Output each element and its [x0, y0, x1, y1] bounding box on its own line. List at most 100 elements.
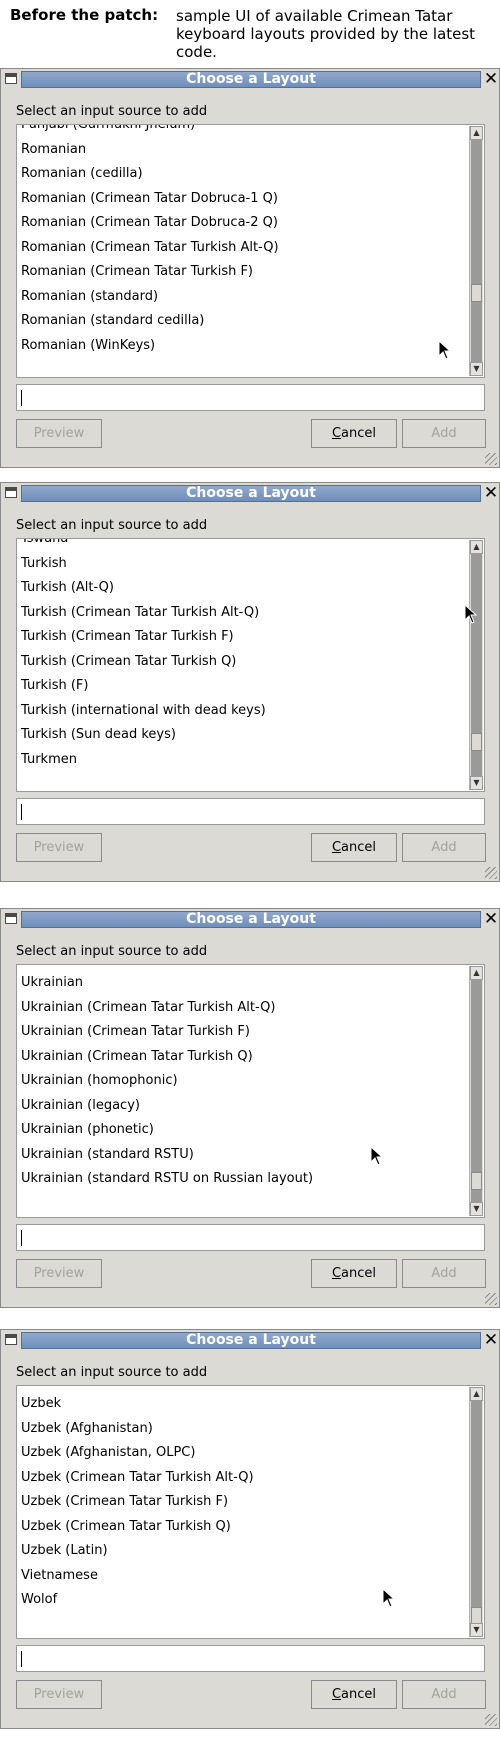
layout-search-input[interactable]	[16, 384, 485, 411]
window-menu-icon[interactable]	[5, 487, 17, 498]
scroll-thumb[interactable]	[471, 284, 482, 302]
layout-list[interactable]: Uzbek Uzbek (Afghanistan) Uzbek (Afghanist…	[16, 1385, 485, 1639]
layout-list-item[interactable]: Turkish (Crimean Tatar Turkish Alt-Q)	[21, 603, 259, 623]
scroll-down-arrow-icon[interactable]: ▼	[470, 362, 483, 376]
cancel-mnemonic: C	[331, 1687, 342, 1702]
add-button[interactable]: Add	[402, 1259, 486, 1288]
add-button[interactable]: Add	[402, 419, 486, 448]
list-scrollbar[interactable]: ▲ ▼	[469, 966, 483, 1216]
layout-list-item[interactable]: Ukrainian	[21, 973, 83, 993]
scroll-thumb[interactable]	[471, 1172, 482, 1190]
preview-button[interactable]: Preview	[16, 833, 102, 862]
list-scrollbar[interactable]: ▲ ▼	[469, 126, 483, 376]
dialog-titlebar[interactable]: Choose a Layout ✕	[1, 69, 500, 91]
preview-button[interactable]: Preview	[16, 419, 102, 448]
layout-list-item[interactable]: Romanian (Crimean Tatar Turkish F)	[21, 262, 253, 282]
layout-list-item[interactable]: Ukrainian (legacy)	[21, 1096, 140, 1116]
scroll-up-arrow-icon[interactable]: ▲	[470, 126, 483, 140]
window-menu-icon[interactable]	[5, 73, 17, 84]
layout-list-item[interactable]: Romanian (Crimean Tatar Turkish Alt-Q)	[21, 238, 279, 258]
add-button[interactable]: Add	[402, 833, 486, 862]
layout-list-item[interactable]: Uzbek	[21, 1394, 61, 1414]
scroll-up-arrow-icon[interactable]: ▲	[470, 1387, 483, 1401]
layout-list-item[interactable]: Turkish (international with dead keys)	[21, 701, 266, 721]
cancel-button[interactable]: Cancel	[311, 419, 397, 448]
dialog-titlebar[interactable]: Choose a Layout ✕	[1, 1330, 500, 1352]
layout-list-item[interactable]: Romanian (WinKeys)	[21, 336, 155, 356]
layout-search-input[interactable]	[16, 1224, 485, 1251]
layout-list[interactable]: Tswana Turkish Turkish (Alt-Q) Turkish (Cri…	[16, 538, 485, 792]
layout-list-item[interactable]: Romanian	[21, 140, 86, 160]
layout-list-item[interactable]: Turkish (Crimean Tatar Turkish F)	[21, 627, 234, 647]
scroll-up-arrow-icon[interactable]: ▲	[470, 540, 483, 554]
choose-layout-dialog: Choose a Layout ✕ Select an input source…	[0, 908, 500, 1308]
cancel-button[interactable]: Cancel	[311, 1259, 397, 1288]
layout-list-item[interactable]: Ukrainian (standard RSTU on Russian layo…	[21, 1169, 313, 1189]
layout-list-item[interactable]: Ukrainian (Crimean Tatar Turkish Alt-Q)	[21, 998, 275, 1018]
layout-list-item[interactable]: Romanian (cedilla)	[21, 164, 143, 184]
caption-text: sample UI of available Crimean Tatar key…	[176, 7, 476, 61]
layout-list-item[interactable]: Turkish (Alt-Q)	[21, 578, 114, 598]
layout-list-item[interactable]: Wolof	[21, 1590, 57, 1610]
layout-list-item[interactable]: Uzbek (Crimean Tatar Turkish Q)	[21, 1517, 231, 1537]
layout-list-item[interactable]: Vietnamese	[21, 1566, 98, 1586]
dialog-titlebar[interactable]: Choose a Layout ✕	[1, 483, 500, 505]
scroll-down-arrow-icon[interactable]: ▼	[470, 1202, 483, 1216]
scroll-trough[interactable]	[471, 1401, 482, 1625]
add-button[interactable]: Add	[402, 1680, 486, 1709]
layout-list-item[interactable]: Uzbek (Crimean Tatar Turkish Alt-Q)	[21, 1468, 254, 1488]
layout-list-item[interactable]: Romanian (Crimean Tatar Dobruca-2 Q)	[21, 213, 278, 233]
layout-list-item[interactable]: Uzbek (Afghanistan, OLPC)	[21, 1443, 195, 1463]
list-scrollbar[interactable]: ▲ ▼	[469, 1387, 483, 1637]
cancel-button[interactable]: Cancel	[311, 1680, 397, 1709]
scroll-trough[interactable]	[471, 140, 482, 362]
preview-button[interactable]: Preview	[16, 1259, 102, 1288]
layout-list-item[interactable]: Tswana	[21, 539, 68, 549]
layout-list-item[interactable]: Romanian (standard)	[21, 287, 158, 307]
scroll-thumb[interactable]	[471, 733, 482, 751]
resize-grip-icon[interactable]	[485, 1293, 497, 1305]
layout-list-item[interactable]: Uzbek (Crimean Tatar Turkish F)	[21, 1492, 228, 1512]
list-scrollbar[interactable]: ▲ ▼	[469, 540, 483, 790]
preview-button[interactable]: Preview	[16, 1680, 102, 1709]
resize-grip-icon[interactable]	[485, 1714, 497, 1726]
resize-grip-icon[interactable]	[485, 867, 497, 879]
layout-list-item[interactable]: Romanian (standard cedilla)	[21, 311, 204, 331]
layout-list-item[interactable]: Ukrainian (Crimean Tatar Turkish F)	[21, 1022, 250, 1042]
layout-list[interactable]: Ukrainian Ukrainian (Crimean Tatar Turkis…	[16, 964, 485, 1218]
cancel-label-rest: ancel	[341, 1687, 377, 1702]
window-menu-icon[interactable]	[5, 913, 17, 924]
layout-list-item[interactable]: Ukrainian (Crimean Tatar Turkish Q)	[21, 1047, 253, 1067]
layout-list-item[interactable]: Uzbek (Afghanistan)	[21, 1419, 153, 1439]
text-caret	[21, 1651, 22, 1667]
close-icon[interactable]: ✕	[483, 483, 499, 503]
scroll-down-arrow-icon[interactable]: ▼	[470, 1623, 483, 1637]
scroll-trough[interactable]	[471, 554, 482, 776]
layout-list-item[interactable]: Turkmen	[21, 750, 77, 770]
close-icon[interactable]: ✕	[483, 909, 499, 929]
layout-list-item[interactable]: Ukrainian (phonetic)	[21, 1120, 154, 1140]
dialog-titlebar[interactable]: Choose a Layout ✕	[1, 909, 500, 931]
layout-list-item[interactable]: Turkish (Sun dead keys)	[21, 725, 176, 745]
layout-list-item[interactable]: Punjabi (Gurmukhi Jhelum)	[21, 125, 195, 135]
window-menu-icon[interactable]	[5, 1334, 17, 1345]
layout-list-item[interactable]: Ukrainian (homophonic)	[21, 1071, 178, 1091]
scroll-up-arrow-icon[interactable]: ▲	[470, 966, 483, 980]
close-icon[interactable]: ✕	[483, 69, 499, 89]
layout-list-item[interactable]: Ukrainian (standard RSTU)	[21, 1145, 194, 1165]
layout-list-item[interactable]: Romanian (Crimean Tatar Dobruca-1 Q)	[21, 189, 278, 209]
layout-list-item[interactable]: Uzbek (Latin)	[21, 1541, 108, 1561]
layout-list-item[interactable]: Turkish (F)	[21, 676, 88, 696]
close-icon[interactable]: ✕	[483, 1330, 499, 1350]
layout-list[interactable]: Punjabi (Gurmukhi Jhelum) Romanian Romania…	[16, 124, 485, 378]
layout-list-item[interactable]: Turkish (Crimean Tatar Turkish Q)	[21, 652, 236, 672]
layout-list-item[interactable]: Turkish	[21, 554, 67, 574]
layout-search-input[interactable]	[16, 1645, 485, 1672]
cancel-button[interactable]: Cancel	[311, 833, 397, 862]
mouse-pointer-icon	[438, 339, 452, 360]
layout-search-input[interactable]	[16, 798, 485, 825]
scroll-down-arrow-icon[interactable]: ▼	[470, 776, 483, 790]
scroll-trough[interactable]	[471, 980, 482, 1202]
dialog-title: Choose a Layout	[21, 911, 481, 928]
resize-grip-icon[interactable]	[485, 453, 497, 465]
